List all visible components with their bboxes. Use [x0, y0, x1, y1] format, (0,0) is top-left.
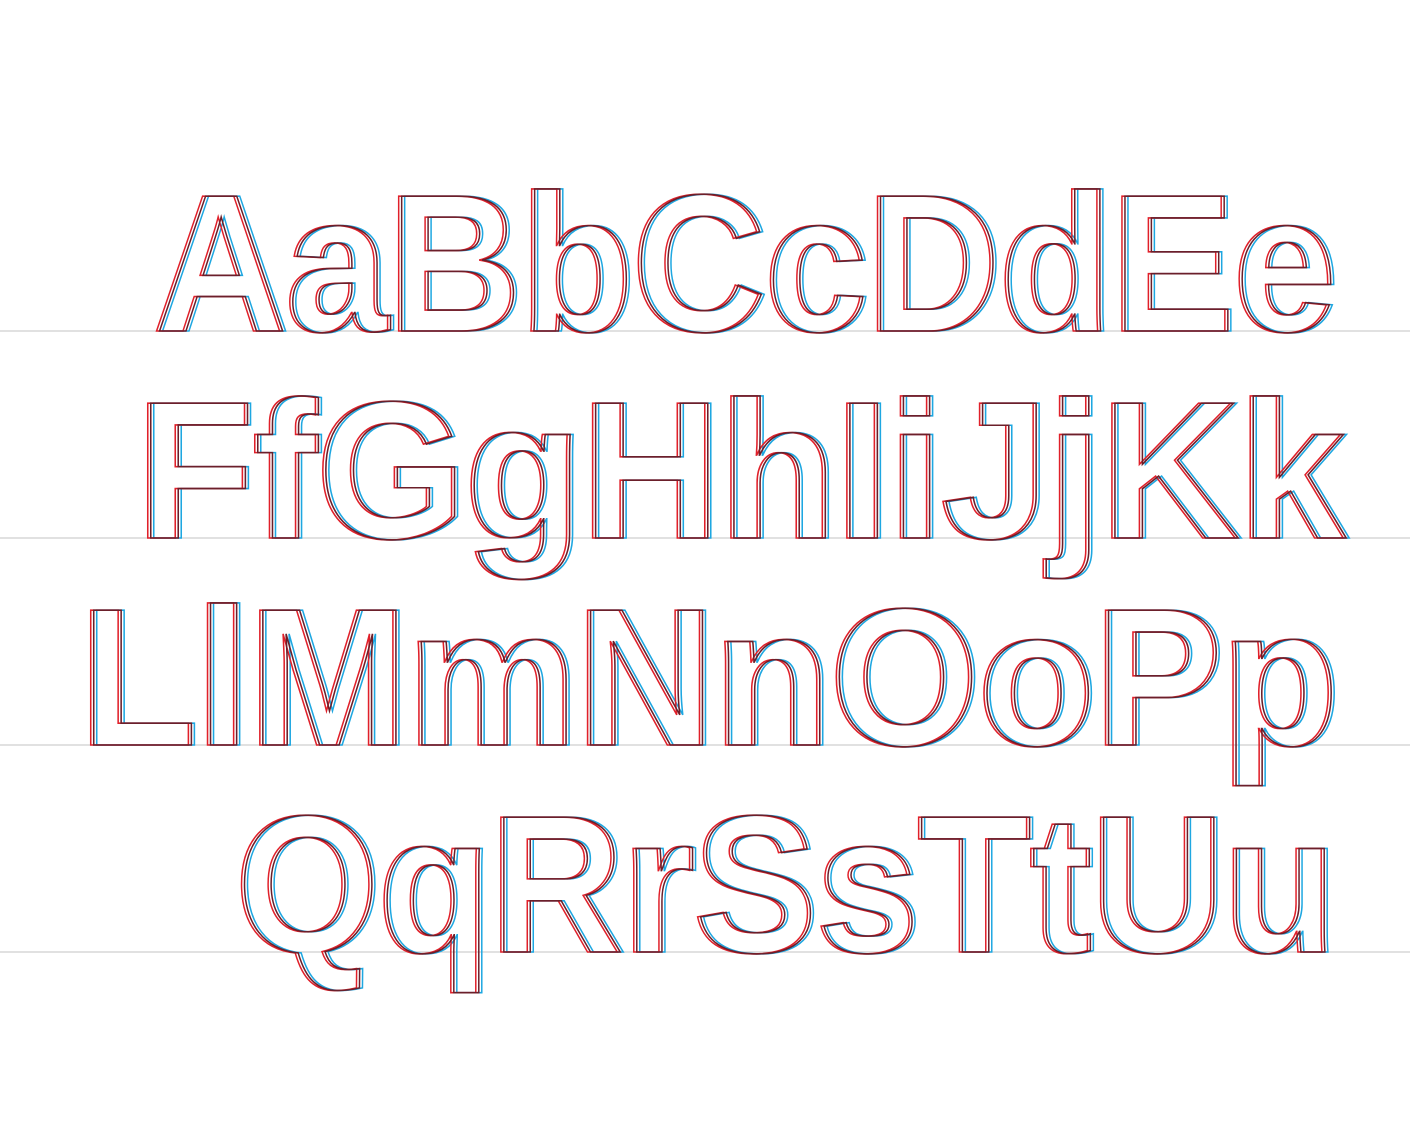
row-3-outline-dark: LlMmNnOoPp [81, 568, 1339, 787]
glyph-row-4: QqRrSsTtUu QqRrSsTtUu QqRrSsTtUu [233, 774, 1341, 995]
glyph-row-2: FfGgHhIiJjKk FfGgHhIiJjKk FfGgHhIiJjKk [134, 360, 1351, 581]
row-1-outline-dark: AaBbCcDdEe [155, 154, 1337, 373]
row-2-outline-dark: FfGgHhIiJjKk [138, 361, 1347, 580]
glyph-row-1: AaBbCcDdEe AaBbCcDdEe AaBbCcDdEe [151, 153, 1341, 374]
row-4-outline-dark: QqRrSsTtUu [237, 775, 1337, 994]
glyph-row-3: LlMmNnOoPp LlMmNnOoPp LlMmNnOoPp [77, 567, 1343, 788]
type-specimen-canvas: AaBbCcDdEe AaBbCcDdEe AaBbCcDdEe FfGgHhI… [0, 153, 1410, 995]
